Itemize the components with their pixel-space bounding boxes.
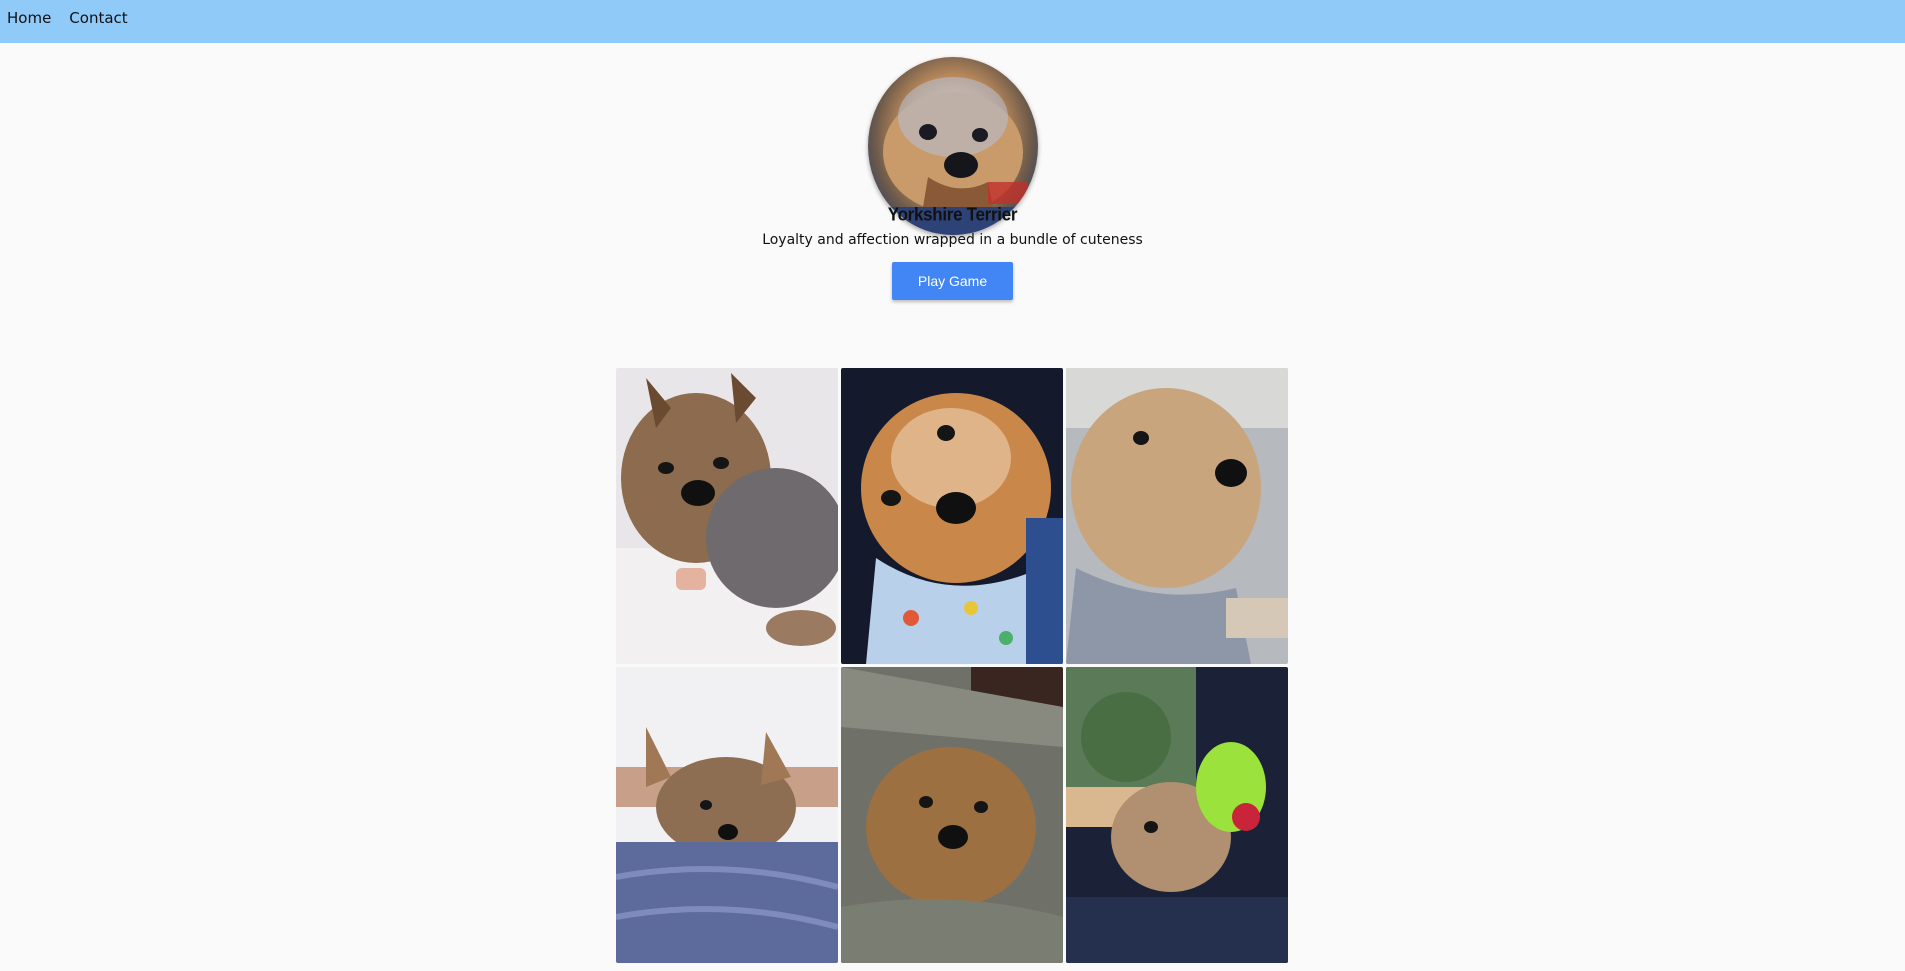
photo-gallery [616, 368, 1289, 963]
top-nav-bar: Home Contact [0, 0, 1905, 43]
page-tagline: Loyalty and affection wrapped in a bundl… [762, 232, 1143, 248]
gallery-photo[interactable] [616, 368, 838, 664]
gallery-photo[interactable] [616, 667, 838, 963]
nav-contact-link[interactable]: Contact [69, 11, 127, 32]
play-game-button[interactable]: Play Game [892, 262, 1013, 300]
nav-home-link[interactable]: Home [7, 11, 51, 32]
gallery-photo[interactable] [841, 368, 1063, 664]
gallery-photo[interactable] [1066, 368, 1288, 664]
gallery-photo[interactable] [841, 667, 1063, 963]
page-title: Yorkshire Terrier [887, 204, 1018, 225]
gallery-photo[interactable] [1066, 667, 1288, 963]
